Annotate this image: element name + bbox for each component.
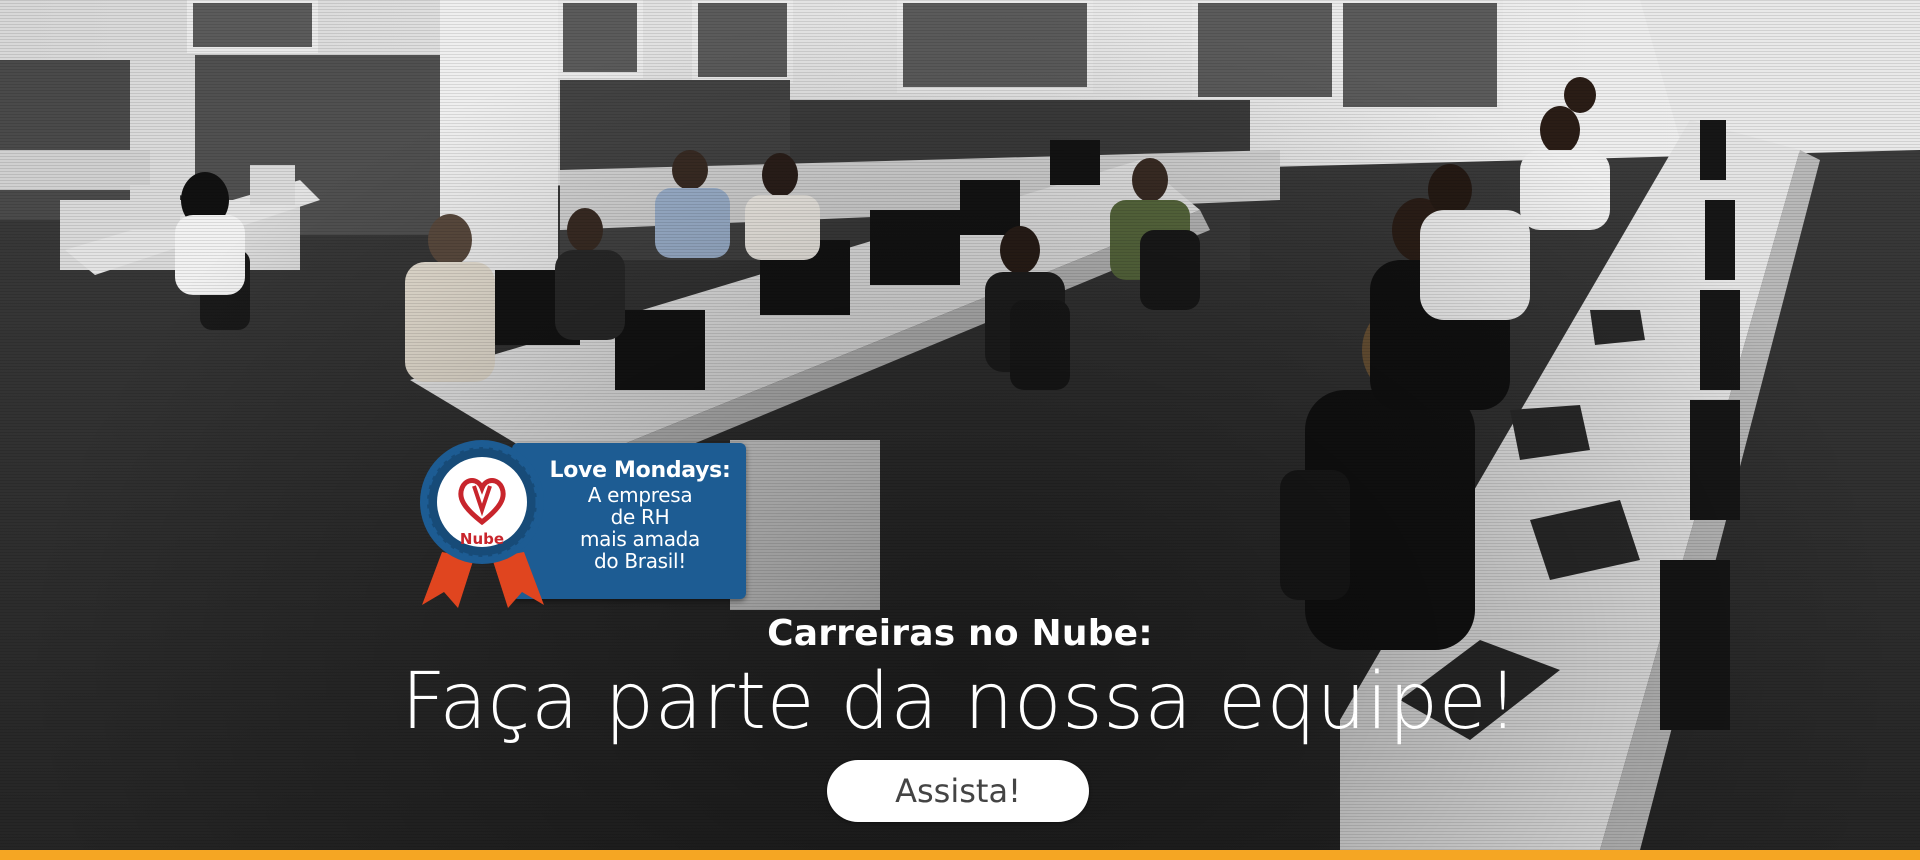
badge-title: Love Mondays: [549, 458, 731, 483]
badge-line: A empresa [587, 483, 693, 507]
watch-video-button[interactable]: Assista! [827, 760, 1089, 822]
badge-logo-text: Nube [459, 530, 505, 548]
accent-bar [0, 850, 1920, 860]
badge-text: Love Mondays: A empresa de RH mais amada… [536, 458, 744, 572]
hero-headline: Faça parte da nossa equipe! [401, 657, 1519, 747]
badge-line: de RH [610, 505, 670, 529]
badge-line: mais amada [579, 527, 701, 551]
badge-line: do Brasil! [593, 549, 687, 573]
nube-seal-icon [420, 440, 544, 608]
careers-subtitle: Carreiras no Nube: [767, 613, 1153, 654]
hero-banner: Nube Love Mondays: A empresa de RH mais … [0, 0, 1920, 850]
love-mondays-badge: Nube Love Mondays: A empresa de RH mais … [412, 440, 746, 610]
